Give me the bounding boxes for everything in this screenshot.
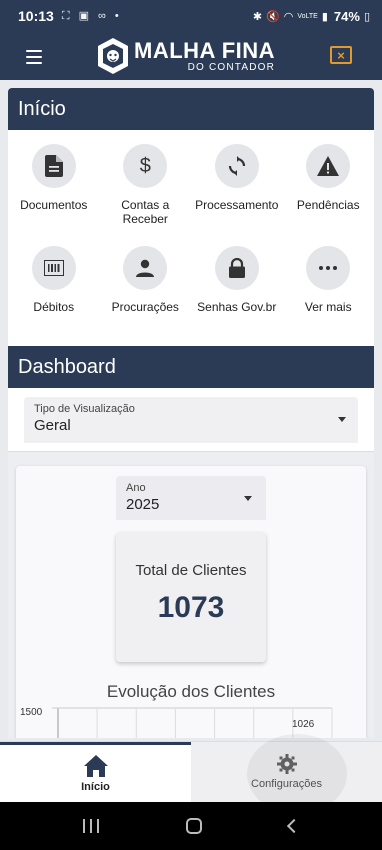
chevron-down-icon <box>244 496 252 501</box>
wifi-icon: ◠ <box>283 10 294 23</box>
document-icon <box>44 155 63 177</box>
nav-configuracoes[interactable]: Configurações <box>191 734 382 814</box>
y-tick-label: 1500 <box>20 707 43 718</box>
total-clients-label: Total de Clientes <box>135 562 247 579</box>
app-logo: MALHA FINA DO CONTADOR <box>96 37 275 75</box>
quick-item-label: Débitos <box>33 300 75 314</box>
app-bar: MALHA FINA DO CONTADOR × <box>0 32 382 80</box>
notification-icons: ⛶ ▣ ∞ • <box>61 10 122 22</box>
home-icon <box>83 754 108 777</box>
system-home-icon[interactable] <box>185 818 202 834</box>
network-label: VoLTE <box>297 12 318 20</box>
clients-evolution-chart: 1500 1026 <box>20 707 333 738</box>
inicio-header: Início <box>8 88 374 130</box>
view-type-value: Geral <box>34 417 71 434</box>
quick-item-processamento[interactable]: Processamento <box>191 136 283 238</box>
status-bar: 10:13 ⛶ ▣ ∞ • ✱ 🔇 ◠ VoLTE ▮ 74% ▯ <box>0 0 382 32</box>
quick-item-label: Ver mais <box>304 300 352 314</box>
quick-item-label: Pendências <box>296 198 360 212</box>
quick-item-debitos[interactable]: Débitos <box>8 238 100 340</box>
dollar-icon: $ <box>139 154 151 177</box>
year-value: 2025 <box>126 496 160 513</box>
year-select[interactable]: Ano 2025 <box>116 476 266 520</box>
dashboard-card: Ano 2025 Total de Clientes 1073 Evolução… <box>16 466 366 738</box>
dashboard-title: Dashboard <box>18 355 116 378</box>
view-type-filter-area: Tipo de Visualização Geral <box>8 388 374 452</box>
bottom-navigation: Início Configurações <box>0 734 382 814</box>
main-content[interactable]: Início Documentos $ Contas a Receber Pro… <box>8 88 374 738</box>
quick-item-contas-a-receber[interactable]: $ Contas a Receber <box>100 136 192 238</box>
quick-item-label: Senhas Gov.br <box>197 300 277 314</box>
quick-item-ver-mais[interactable]: Ver mais <box>283 238 375 340</box>
lock-icon <box>228 258 245 278</box>
quick-item-label: Procurações <box>111 300 179 314</box>
quick-item-documentos[interactable]: Documentos <box>8 136 100 238</box>
quick-item-label: Contas a Receber <box>121 198 170 226</box>
chevron-down-icon <box>338 417 346 422</box>
nav-inicio[interactable]: Início <box>0 742 191 802</box>
hamburger-menu-icon[interactable] <box>26 50 42 64</box>
quick-item-pendencias[interactable]: Pendências <box>283 136 375 238</box>
sync-icon <box>228 156 245 176</box>
quick-item-procuracoes[interactable]: Procurações <box>100 238 192 340</box>
clock: 10:13 <box>18 8 54 24</box>
close-icon[interactable]: × <box>330 46 352 64</box>
more-icon <box>319 266 338 270</box>
person-icon <box>136 259 155 277</box>
total-clients-card: Total de Clientes 1073 <box>116 532 266 662</box>
barcode-icon <box>43 260 64 276</box>
dashboard-body: Ano 2025 Total de Clientes 1073 Evolução… <box>8 452 374 738</box>
quick-item-label: Processamento <box>195 198 279 212</box>
battery-percent: 74% <box>333 8 360 24</box>
warning-icon <box>317 156 340 176</box>
system-navigation-bar <box>0 802 382 850</box>
nav-inicio-label: Início <box>81 780 110 793</box>
data-label: 1026 <box>292 719 315 730</box>
inicio-title: Início <box>18 97 66 120</box>
view-type-select[interactable]: Tipo de Visualização Geral <box>24 397 358 443</box>
view-type-label: Tipo de Visualização <box>34 403 135 415</box>
recent-apps-icon[interactable] <box>83 819 100 833</box>
system-back-icon[interactable] <box>286 818 301 834</box>
logo-main-text: MALHA FINA <box>134 37 276 63</box>
quick-actions-grid: Documentos $ Contas a Receber Processame… <box>8 130 374 346</box>
total-clients-value: 1073 <box>157 591 225 624</box>
signal-icon: ▮ <box>321 10 328 23</box>
logo-sub-text: DO CONTADOR <box>187 61 276 73</box>
chart-title: Evolução dos Clientes <box>106 682 276 701</box>
year-label: Ano <box>126 482 146 494</box>
dashboard-header: Dashboard <box>8 346 374 388</box>
quick-item-senhas-govbr[interactable]: Senhas Gov.br <box>191 238 283 340</box>
quick-item-label: Documentos <box>20 198 88 212</box>
bluetooth-icon: ✱ <box>252 10 263 23</box>
lion-shield-icon <box>98 38 128 74</box>
mute-icon: 🔇 <box>266 10 280 23</box>
status-icons: ✱ 🔇 ◠ VoLTE ▮ 74% ▯ <box>253 9 370 24</box>
battery-icon: ▯ <box>363 10 370 23</box>
